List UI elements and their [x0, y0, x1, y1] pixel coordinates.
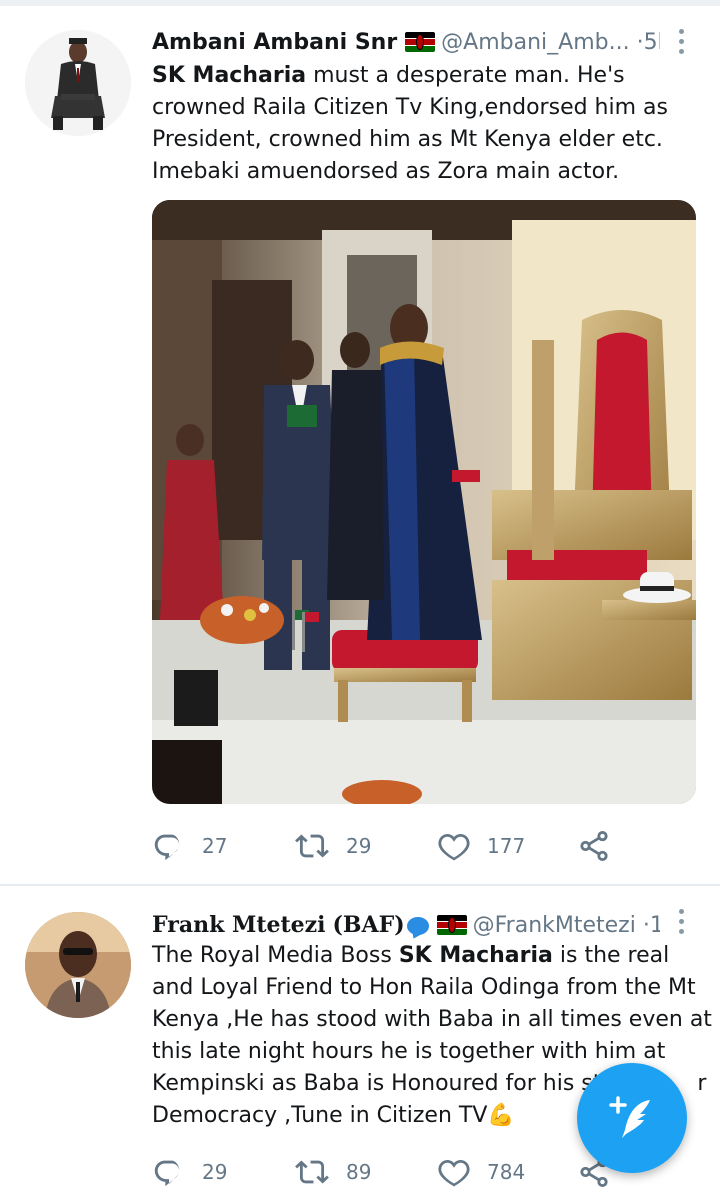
more-options-icon[interactable]: [679, 909, 685, 935]
like-button[interactable]: 177: [437, 826, 525, 866]
compose-tweet-button[interactable]: [577, 1063, 687, 1173]
separator-dot: ·: [642, 913, 650, 938]
tweet-header: Frank Mtetezi (BAF) @FrankMtetezi ·14h: [152, 908, 660, 942]
share-button[interactable]: [577, 826, 611, 866]
retweet-icon: [295, 834, 329, 858]
kenya-flag-icon: [436, 915, 467, 935]
reply-count: 27: [202, 834, 228, 858]
timeline-feed: Ambani Ambani Snr@Ambani_Amb... ·5h SK M…: [0, 0, 720, 1202]
retweet-count: 89: [346, 1160, 372, 1184]
avatar[interactable]: [25, 912, 131, 1018]
heart-icon: [438, 833, 470, 861]
timestamp[interactable]: 5h: [644, 30, 660, 55]
reply-icon: [154, 834, 180, 861]
avatar[interactable]: [25, 30, 131, 136]
display-name[interactable]: Frank Mtetezi: [152, 912, 326, 938]
reply-icon: [154, 1160, 180, 1187]
reply-button[interactable]: 27: [152, 826, 227, 866]
flexed-biceps-emoji: 💪: [487, 1103, 515, 1128]
more-options-icon[interactable]: [679, 29, 685, 55]
tweet-text-part1: The Royal Media Boss: [152, 943, 399, 968]
user-handle[interactable]: @FrankMtetezi: [473, 913, 636, 938]
retweet-count: 29: [346, 834, 372, 858]
tweet-text: SK Macharia must a desperate man. He's c…: [152, 60, 712, 188]
reply-count: 29: [202, 1160, 228, 1184]
compose-tweet-icon: [609, 1096, 650, 1138]
like-button[interactable]: 784: [437, 1152, 525, 1192]
share-icon: [580, 830, 608, 862]
retweet-button[interactable]: 29: [294, 826, 371, 866]
timestamp[interactable]: 14h: [650, 913, 660, 938]
user-handle[interactable]: @Ambani_Amb...: [441, 30, 629, 55]
reply-button[interactable]: 29: [152, 1152, 227, 1192]
like-count: 177: [487, 834, 526, 858]
tweet-image[interactable]: [152, 200, 696, 804]
heart-icon: [438, 1159, 470, 1187]
kenya-flag-icon: [405, 32, 436, 52]
like-count: 784: [487, 1160, 526, 1184]
display-name[interactable]: Ambani Ambani Snr: [152, 30, 397, 55]
tweet-header: Ambani Ambani Snr @Ambani_Amb... ·5h: [152, 26, 660, 60]
mention-bold: SK Macharia: [398, 943, 553, 968]
speech-bubble-icon: [406, 917, 429, 935]
retweet-icon: [295, 1160, 329, 1184]
tweet-actions: 27 29 177: [152, 826, 712, 866]
mention-bold: SK Macharia: [152, 63, 307, 88]
retweet-button[interactable]: 89: [294, 1152, 371, 1192]
display-name-suffix: (BAF): [332, 912, 405, 938]
separator-dot: ·: [636, 30, 644, 55]
tweet[interactable]: Ambani Ambani Snr @Ambani_Amb... ·5h SK M…: [0, 0, 720, 884]
